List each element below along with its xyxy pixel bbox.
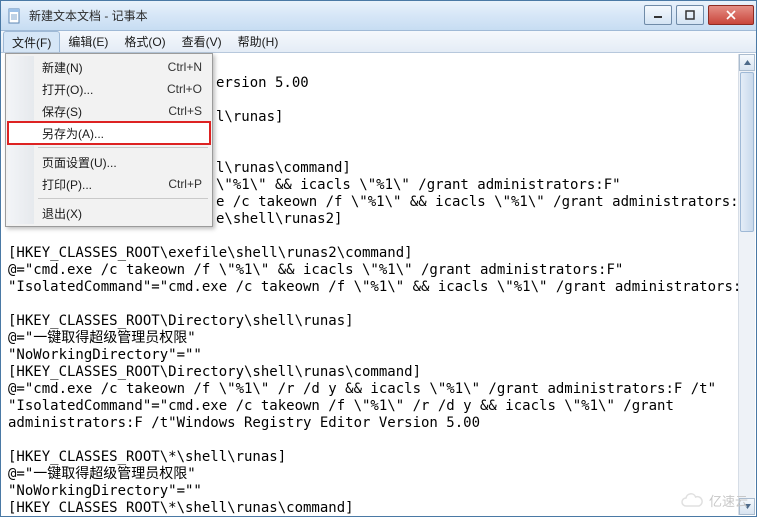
editor-line: l\runas\command] — [216, 160, 351, 176]
editor-line: @="cmd.exe /c takeown /f \"%1\" && icacl… — [8, 262, 623, 278]
editor-line: "IsolatedCommand"="cmd.exe /c takeown /f… — [8, 279, 738, 295]
menu-save[interactable]: 保存(S) Ctrl+S — [8, 100, 210, 122]
vertical-scrollbar[interactable] — [738, 54, 755, 515]
menu-label: 打印(P)... — [42, 176, 92, 193]
app-window: 新建文本文档 - 记事本 文件(F) 编辑(E) 格式(O) 查看(V) 帮助(… — [0, 0, 757, 517]
editor-line: administrators:F /t"Windows Registry Edi… — [8, 415, 480, 431]
editor-line: @="一键取得超级管理员权限" — [8, 330, 196, 346]
menu-file[interactable]: 文件(F) — [3, 31, 60, 52]
scroll-down-button[interactable] — [739, 498, 755, 515]
menu-label: 另存为(A)... — [42, 125, 104, 142]
menu-new[interactable]: 新建(N) Ctrl+N — [8, 56, 210, 78]
editor-line: ersion 5.00 — [216, 75, 309, 91]
menu-shortcut: Ctrl+N — [168, 60, 202, 74]
editor-line: \"%1\" && icacls \"%1\" /grant administr… — [216, 177, 621, 193]
editor-line: "NoWorkingDirectory"="" — [8, 347, 202, 363]
menu-label: 页面设置(U)... — [42, 154, 117, 171]
notepad-icon — [7, 8, 23, 24]
menu-edit[interactable]: 编辑(E) — [60, 31, 116, 52]
menu-save-as[interactable]: 另存为(A)... — [8, 122, 210, 144]
titlebar-left: 新建文本文档 - 记事本 — [1, 7, 148, 24]
editor-line: @="cmd.exe /c takeown /f \"%1\" /r /d y … — [8, 381, 716, 397]
window-controls — [642, 1, 756, 30]
menu-view[interactable]: 查看(V) — [174, 31, 230, 52]
menu-format[interactable]: 格式(O) — [116, 31, 173, 52]
menubar: 文件(F) 编辑(E) 格式(O) 查看(V) 帮助(H) — [1, 31, 756, 53]
menu-exit[interactable]: 退出(X) — [8, 202, 210, 224]
menu-shortcut: Ctrl+P — [168, 177, 202, 191]
editor-line: "IsolatedCommand"="cmd.exe /c takeown /f… — [8, 398, 674, 414]
editor-line: "NoWorkingDirectory"="" — [8, 483, 202, 499]
menu-shortcut: Ctrl+S — [168, 104, 202, 118]
menu-shortcut: Ctrl+O — [167, 82, 202, 96]
menu-label: 保存(S) — [42, 103, 82, 120]
editor-line: l\runas] — [216, 109, 283, 125]
menu-help[interactable]: 帮助(H) — [230, 31, 287, 52]
editor-line: [HKEY_CLASSES_ROOT\Directory\shell\runas… — [8, 313, 354, 329]
menu-open[interactable]: 打开(O)... Ctrl+O — [8, 78, 210, 100]
menu-page-setup[interactable]: 页面设置(U)... — [8, 151, 210, 173]
menu-label: 打开(O)... — [42, 81, 93, 98]
menu-separator — [38, 147, 208, 148]
scroll-up-button[interactable] — [739, 54, 755, 71]
menu-separator — [38, 198, 208, 199]
close-button[interactable] — [708, 5, 754, 25]
editor-line: @="一键取得超级管理员权限" — [8, 466, 196, 482]
file-menu-dropdown: 新建(N) Ctrl+N 打开(O)... Ctrl+O 保存(S) Ctrl+… — [5, 53, 213, 227]
menu-print[interactable]: 打印(P)... Ctrl+P — [8, 173, 210, 195]
scroll-thumb[interactable] — [740, 72, 754, 232]
menu-label: 退出(X) — [42, 205, 82, 222]
editor-line: [HKEY_CLASSES_ROOT\*\shell\runas] — [8, 449, 286, 465]
titlebar: 新建文本文档 - 记事本 — [1, 1, 756, 31]
editor-line: e /c takeown /f \"%1\" && icacls \"%1\" … — [216, 194, 738, 210]
editor-line: [HKEY_CLASSES_ROOT\*\shell\runas\command… — [8, 500, 354, 515]
minimize-button[interactable] — [644, 5, 672, 25]
menu-label: 新建(N) — [42, 59, 83, 76]
maximize-button[interactable] — [676, 5, 704, 25]
window-title: 新建文本文档 - 记事本 — [29, 7, 148, 24]
editor-line: [HKEY_CLASSES_ROOT\Directory\shell\runas… — [8, 364, 421, 380]
editor-line: [HKEY_CLASSES_ROOT\exefile\shell\runas2\… — [8, 245, 413, 261]
editor-line: e\shell\runas2] — [216, 211, 342, 227]
